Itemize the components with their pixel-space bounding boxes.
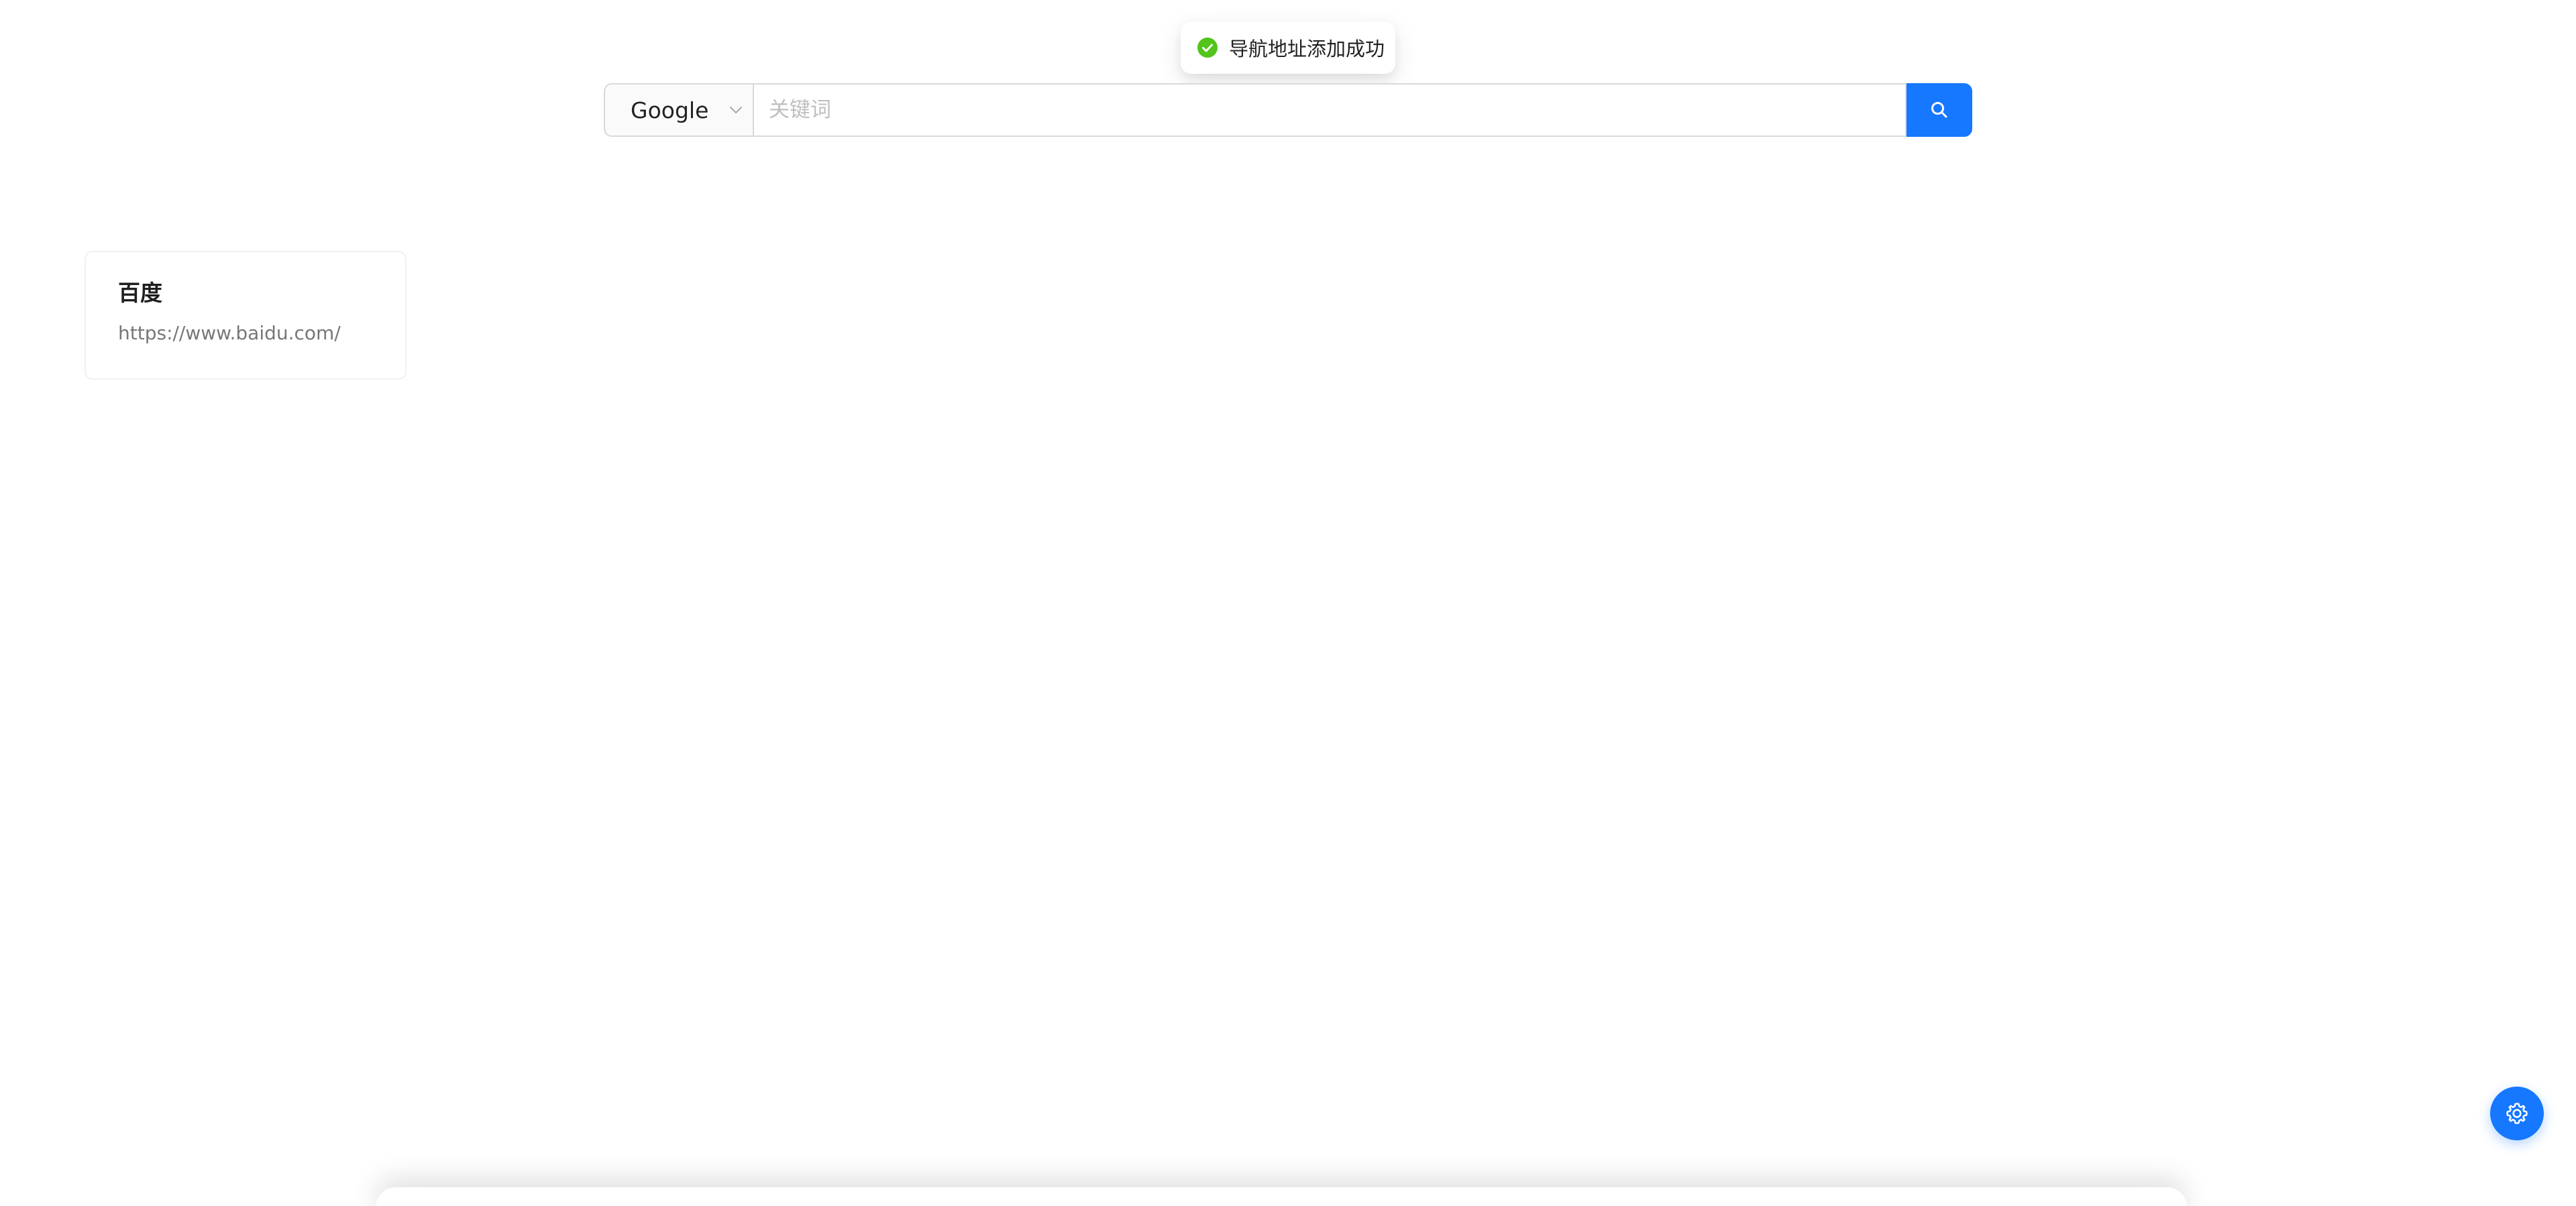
gear-icon — [2504, 1101, 2530, 1126]
search-bar: Google — [604, 83, 1972, 137]
search-engine-select[interactable]: Google — [604, 83, 753, 137]
search-icon — [1929, 100, 1949, 120]
page: 导航地址添加成功 Google 百度 https://www.baidu.com… — [0, 0, 2576, 1206]
nav-card-url: https://www.baidu.com/ — [118, 322, 341, 344]
search-engine-label: Google — [631, 97, 709, 123]
settings-button[interactable] — [2490, 1087, 2544, 1140]
toast-message: 导航地址添加成功 — [1229, 38, 1385, 60]
search-input[interactable] — [753, 83, 1907, 137]
check-circle-icon — [1197, 37, 1218, 58]
bottom-panel-edge — [376, 1187, 2187, 1206]
nav-card-baidu[interactable]: 百度 https://www.baidu.com/ — [85, 251, 407, 380]
search-button[interactable] — [1907, 83, 1972, 137]
nav-card-title: 百度 — [118, 280, 162, 306]
success-toast: 导航地址添加成功 — [1181, 21, 1395, 74]
chevron-down-icon — [729, 103, 743, 117]
